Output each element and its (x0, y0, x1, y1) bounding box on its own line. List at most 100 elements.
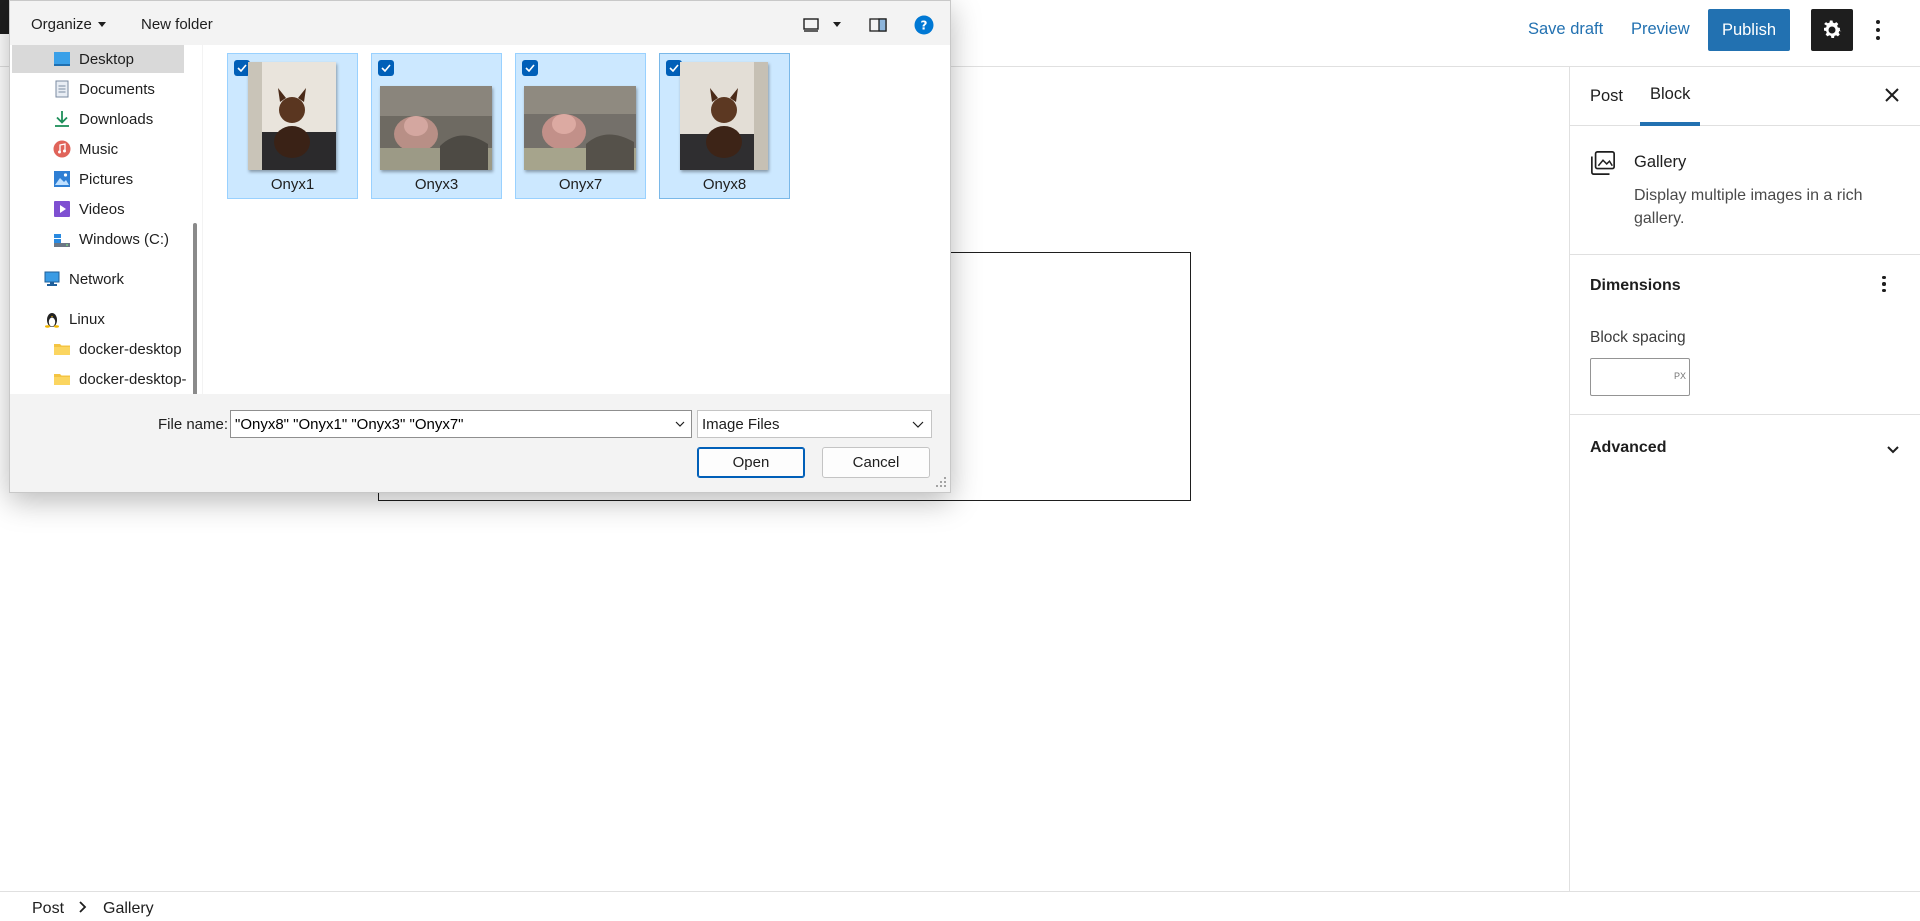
cancel-button[interactable]: Cancel (822, 447, 930, 478)
file-type-select[interactable]: Image Files (697, 410, 932, 438)
gear-icon (1824, 20, 1842, 38)
view-options-dropdown[interactable] (830, 13, 844, 37)
nav-label: Network (69, 270, 125, 288)
dimensions-panel-title: Dimensions (1590, 277, 1681, 294)
preview-pane-icon (869, 18, 887, 32)
file-open-dialog: Organize New folder ? Desktop Documents … (9, 0, 951, 493)
vertical-ellipsis-icon (1876, 20, 1880, 24)
image-thumbnail (248, 62, 336, 170)
save-draft-button[interactable]: Save draft (1528, 20, 1603, 39)
new-folder-button[interactable]: New folder (141, 16, 213, 33)
dialog-bottom-bar: File name: Image Files Open Cancel (10, 394, 950, 492)
vertical-ellipsis-icon (1882, 275, 1886, 280)
help-icon: ? (914, 15, 934, 35)
unit-label: PX (1674, 371, 1687, 381)
documents-icon (55, 80, 69, 98)
folder-icon (54, 344, 70, 355)
chevron-down-icon (912, 421, 924, 428)
close-sidebar-button[interactable] (1882, 85, 1902, 105)
publish-button[interactable]: Publish (1708, 9, 1790, 51)
file-tile-onyx3[interactable]: Onyx3 (371, 53, 502, 199)
preview-button[interactable]: Preview (1631, 20, 1690, 39)
checkmark-icon (381, 64, 391, 72)
navigation-pane: Desktop Documents Downloads Music Pictur… (10, 45, 202, 394)
nav-item-docker-desktop[interactable]: docker-desktop (12, 335, 184, 363)
nav-item-network[interactable]: Network (12, 265, 184, 293)
close-icon (1885, 88, 1899, 102)
checkmark-icon (237, 64, 247, 72)
dialog-toolbar: Organize New folder ? (10, 1, 950, 48)
settings-button[interactable] (1811, 9, 1853, 51)
file-name-input[interactable] (235, 414, 665, 434)
advanced-panel-toggle[interactable]: Advanced (1570, 415, 1920, 481)
desktop-icon (54, 52, 70, 66)
chevron-right-icon (79, 901, 87, 913)
file-name-history-dropdown[interactable] (672, 415, 688, 433)
nav-item-docker-desktop-data[interactable]: docker-desktop- (12, 365, 187, 393)
block-spacing-input[interactable] (1593, 361, 1669, 393)
nav-item-music[interactable]: Music (12, 135, 184, 163)
caret-down-icon (97, 21, 106, 27)
tab-post[interactable]: Post (1590, 67, 1623, 126)
dimensions-options-button[interactable] (1874, 271, 1894, 297)
breadcrumb-post[interactable]: Post (32, 900, 64, 918)
help-button[interactable]: ? (912, 13, 936, 37)
file-name-label: File name: (158, 416, 229, 433)
nav-label: Linux (69, 310, 105, 328)
checkbox[interactable] (378, 60, 394, 76)
ellipsis-dot (1882, 288, 1886, 293)
nav-item-linux[interactable]: Linux (12, 305, 184, 333)
nav-item-desktop[interactable]: Desktop (12, 45, 184, 73)
nav-label: Windows (C:) (79, 230, 170, 248)
breadcrumb-gallery[interactable]: Gallery (103, 900, 154, 918)
downloads-icon (55, 111, 69, 127)
network-icon (44, 271, 60, 286)
block-spacing-field[interactable]: PX (1590, 358, 1690, 396)
image-thumbnail (524, 86, 636, 170)
file-name: Onyx3 (414, 176, 459, 193)
resize-grip-icon[interactable] (935, 476, 947, 488)
nav-item-videos[interactable]: Videos (12, 195, 184, 223)
block-card-description: Display multiple images in a rich galler… (1634, 187, 1863, 227)
dog-photo-icon (680, 62, 768, 170)
file-tile-onyx1[interactable]: Onyx1 (227, 53, 358, 199)
dog-photo-icon (380, 86, 492, 170)
open-button[interactable]: Open (697, 447, 805, 478)
nav-label: Videos (79, 200, 125, 218)
nav-label: Music (79, 140, 119, 158)
organize-label: Organize (31, 16, 92, 33)
tab-block[interactable]: Block (1640, 67, 1701, 126)
block-spacing-label: Block spacing (1590, 329, 1686, 346)
dog-photo-icon (248, 62, 336, 170)
nav-item-documents[interactable]: Documents (12, 75, 184, 103)
music-icon (53, 140, 71, 158)
organize-button[interactable]: Organize (31, 16, 106, 33)
file-type-value: Image Files (702, 416, 780, 433)
breadcrumb: Post Gallery (0, 891, 1920, 921)
nav-item-pictures[interactable]: Pictures (12, 165, 184, 193)
file-name-combobox[interactable] (230, 410, 692, 438)
change-view-button[interactable] (800, 13, 822, 37)
preview-pane-button[interactable] (867, 13, 889, 37)
options-menu-button[interactable] (1866, 14, 1890, 46)
sidebar-tabs: Post Block (1570, 67, 1920, 126)
file-tile-onyx8[interactable]: Onyx8 (659, 53, 790, 199)
file-tile-onyx7[interactable]: Onyx7 (515, 53, 646, 199)
block-card-title: Gallery (1634, 153, 1687, 171)
nav-label: docker-desktop (79, 340, 182, 358)
nav-label: Desktop (79, 50, 135, 68)
pictures-icon (54, 171, 70, 187)
gallery-icon (1591, 151, 1615, 175)
nav-label: docker-desktop- (79, 370, 187, 388)
nav-scrollbar[interactable] (193, 223, 197, 394)
chevron-down-icon (1887, 446, 1899, 454)
videos-icon (54, 201, 70, 217)
nav-label: Pictures (79, 170, 134, 188)
file-name: Onyx1 (270, 176, 315, 193)
file-name: Onyx7 (558, 176, 603, 193)
checkbox[interactable] (522, 60, 538, 76)
nav-item-downloads[interactable]: Downloads (12, 105, 184, 133)
nav-item-windows-c[interactable]: Windows (C:) (12, 225, 184, 253)
linux-icon (45, 313, 59, 328)
dog-photo-icon (524, 86, 636, 170)
